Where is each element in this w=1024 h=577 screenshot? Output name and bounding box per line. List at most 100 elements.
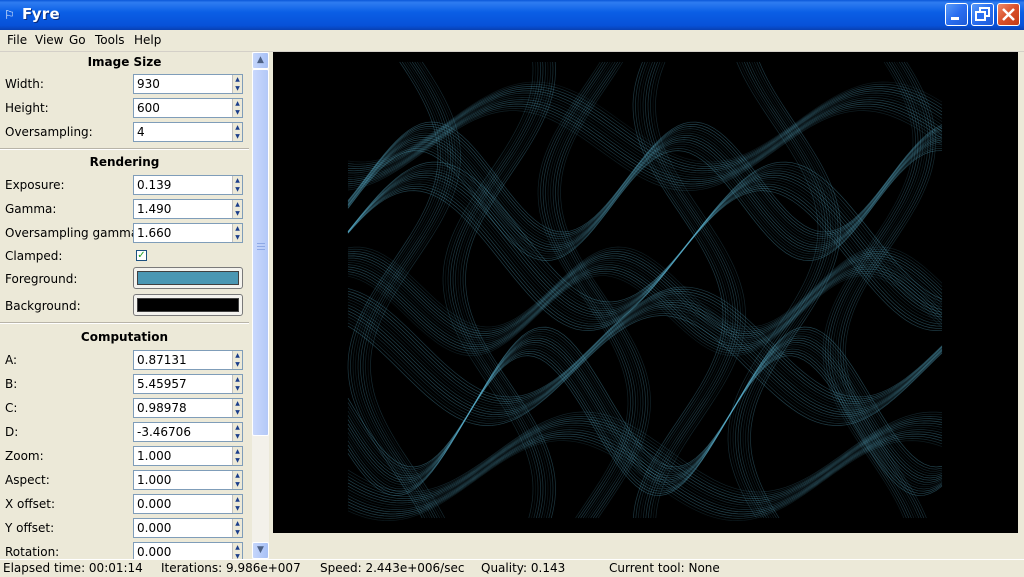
background-color-button[interactable] (133, 294, 243, 316)
chevron-up-icon: ▲ (257, 55, 264, 65)
spin-arrows-icon[interactable]: ▲ ▼ (232, 123, 242, 141)
foreground-swatch (137, 271, 239, 285)
spin-arrows-icon[interactable]: ▲ ▼ (232, 519, 242, 537)
b-input[interactable]: 5.45957 ▲ ▼ (133, 374, 243, 394)
checkmark-icon: ✓ (137, 250, 146, 261)
menu-go[interactable]: Go (69, 33, 86, 47)
spin-arrows-icon[interactable]: ▲ ▼ (232, 176, 242, 194)
restore-icon (975, 7, 990, 21)
d-label: D: (5, 425, 19, 439)
a-label: A: (5, 353, 18, 367)
aspect-value: 1.000 (137, 473, 172, 487)
d-value: -3.46706 (137, 425, 191, 439)
aspect-input[interactable]: 1.000 ▲ ▼ (133, 470, 243, 490)
menu-bar: File View Go Tools Help (0, 30, 1024, 52)
spin-arrows-icon[interactable]: ▲ ▼ (232, 375, 242, 393)
fractal-image (347, 61, 943, 521)
maximize-button[interactable] (971, 3, 994, 26)
c-value: 0.98978 (137, 401, 187, 415)
a-value: 0.87131 (137, 353, 187, 367)
status-elapsed: Elapsed time: 00:01:14 (3, 561, 143, 575)
spin-arrows-icon[interactable]: ▲ ▼ (232, 471, 242, 489)
minimize-button[interactable] (945, 3, 968, 26)
x-offset-input[interactable]: 0.000 ▲ ▼ (133, 494, 243, 514)
spin-arrows-icon[interactable]: ▲ ▼ (232, 495, 242, 513)
d-input[interactable]: -3.46706 ▲ ▼ (133, 422, 243, 442)
oversampling-label: Oversampling: (5, 125, 93, 139)
spin-arrows-icon[interactable]: ▲ ▼ (232, 351, 242, 369)
divider (0, 322, 249, 324)
gamma-input[interactable]: 1.490 ▲ ▼ (133, 199, 243, 219)
spin-arrows-icon[interactable]: ▲ ▼ (232, 447, 242, 465)
rotation-label: Rotation: (5, 545, 60, 559)
rotation-input[interactable]: 0.000 ▲ ▼ (133, 542, 243, 559)
menu-help[interactable]: Help (134, 33, 161, 47)
aspect-label: Aspect: (5, 473, 50, 487)
menu-file[interactable]: File (7, 33, 27, 47)
spin-arrows-icon[interactable]: ▲ ▼ (232, 200, 242, 218)
chevron-down-icon: ▼ (257, 545, 264, 555)
clamped-checkbox[interactable]: ✓ (136, 250, 147, 261)
status-iterations: Iterations: 9.986e+007 (161, 561, 301, 575)
close-icon (1002, 8, 1015, 21)
oversampling-gamma-label: Oversampling gamma: (5, 226, 143, 240)
status-speed: Speed: 2.443e+006/sec (320, 561, 465, 575)
title-bar: ⚐ Fyre (0, 0, 1024, 30)
status-bar: Elapsed time: 00:01:14 Iterations: 9.986… (0, 559, 1024, 577)
width-label: Width: (5, 77, 44, 91)
c-label: C: (5, 401, 18, 415)
right-edge (1018, 52, 1024, 559)
a-input[interactable]: 0.87131 ▲ ▼ (133, 350, 243, 370)
zoom-label: Zoom: (5, 449, 44, 463)
oversampling-input[interactable]: 4 ▲ ▼ (133, 122, 243, 142)
background-swatch (137, 298, 239, 312)
exposure-label: Exposure: (5, 178, 65, 192)
spin-arrows-icon[interactable]: ▲ ▼ (232, 99, 242, 117)
scroll-up-button[interactable]: ▲ (252, 52, 269, 69)
oversampling-gamma-input[interactable]: 1.660 ▲ ▼ (133, 223, 243, 243)
scroll-thumb[interactable] (252, 69, 269, 436)
y-offset-value: 0.000 (137, 521, 172, 535)
scroll-down-button[interactable]: ▼ (252, 542, 269, 559)
y-offset-input[interactable]: 0.000 ▲ ▼ (133, 518, 243, 538)
section-computation: Computation (80, 330, 169, 344)
width-value: 930 (137, 77, 160, 91)
width-input[interactable]: 930 ▲ ▼ (133, 74, 243, 94)
foreground-label: Foreground: (5, 272, 78, 286)
y-offset-label: Y offset: (5, 521, 55, 535)
b-label: B: (5, 377, 18, 391)
oversampling-value: 4 (137, 125, 145, 139)
gamma-value: 1.490 (137, 202, 172, 216)
height-value: 600 (137, 101, 160, 115)
settings-panel: Image Size Width: 930 ▲ ▼ Height: 600 ▲ ▼ Ov… (0, 52, 249, 559)
spin-arrows-icon[interactable]: ▲ ▼ (232, 224, 242, 242)
exposure-value: 0.139 (137, 178, 172, 192)
exposure-input[interactable]: 0.139 ▲ ▼ (133, 175, 243, 195)
spin-arrows-icon[interactable]: ▲ ▼ (232, 423, 242, 441)
gamma-label: Gamma: (5, 202, 57, 216)
zoom-input[interactable]: 1.000 ▲ ▼ (133, 446, 243, 466)
spin-arrows-icon[interactable]: ▲ ▼ (232, 543, 242, 559)
foreground-color-button[interactable] (133, 267, 243, 289)
zoom-value: 1.000 (137, 449, 172, 463)
spin-arrows-icon[interactable]: ▲ ▼ (232, 399, 242, 417)
app-icon[interactable]: ⚐ (4, 7, 16, 23)
status-quality: Quality: 0.143 (481, 561, 566, 575)
x-offset-label: X offset: (5, 497, 56, 511)
section-rendering: Rendering (89, 155, 160, 169)
close-button[interactable] (997, 3, 1020, 26)
clamped-label: Clamped: (5, 249, 63, 263)
status-current-tool: Current tool: None (609, 561, 720, 575)
c-input[interactable]: 0.98978 ▲ ▼ (133, 398, 243, 418)
rotation-value: 0.000 (137, 545, 172, 559)
spin-arrows-icon[interactable]: ▲ ▼ (232, 75, 242, 93)
menu-view[interactable]: View (35, 33, 63, 47)
section-image-size: Image Size (87, 55, 162, 69)
height-label: Height: (5, 101, 49, 115)
menu-tools[interactable]: Tools (95, 33, 125, 47)
minimize-icon (951, 17, 959, 20)
fractal-render-area[interactable] (273, 52, 1018, 533)
height-input[interactable]: 600 ▲ ▼ (133, 98, 243, 118)
oversampling-gamma-value: 1.660 (137, 226, 172, 240)
panel-scrollbar[interactable]: ▲ ▼ (252, 52, 269, 559)
